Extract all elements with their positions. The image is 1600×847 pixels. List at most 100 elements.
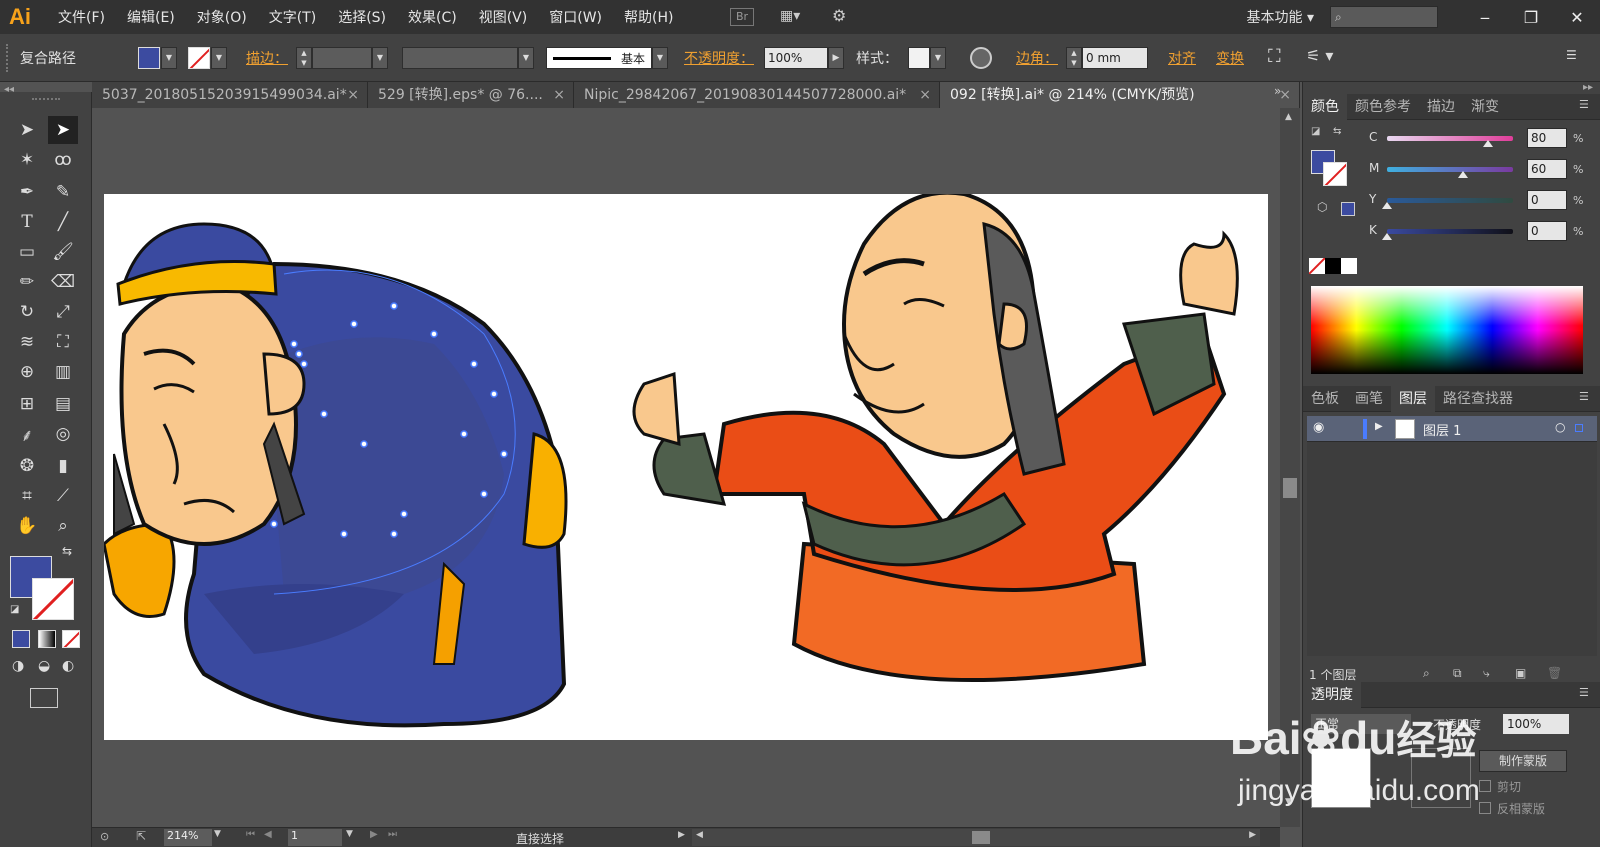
clipping-mask-icon[interactable]: ⧉: [1453, 666, 1462, 681]
layer-row[interactable]: ◉ ▶ 图层 1 ○: [1307, 416, 1597, 442]
panel-tab[interactable]: 路径查找器: [1435, 386, 1521, 412]
layer-selected-square[interactable]: [1575, 424, 1583, 432]
artboard-number-field[interactable]: 1: [288, 829, 342, 846]
next-artboard-icon[interactable]: ▶: [370, 829, 378, 840]
perspective-grid-tool-icon[interactable]: ▥: [48, 358, 78, 386]
slider-thumb[interactable]: [1382, 233, 1392, 240]
type-tool-icon[interactable]: T: [12, 208, 42, 236]
corner-link[interactable]: 边角：: [1016, 48, 1058, 68]
document-tab[interactable]: Nipic_29842067_20190830144507728000.ai* ×: [574, 82, 940, 108]
brush-definition-field[interactable]: 基本: [546, 47, 652, 69]
search-field[interactable]: ⌕: [1330, 6, 1438, 28]
draw-behind-icon[interactable]: ◒: [38, 658, 50, 674]
panel-tab[interactable]: 渐变: [1463, 94, 1507, 120]
paintbrush-tool-icon[interactable]: 🖌: [48, 238, 78, 266]
opacity-field[interactable]: 100%: [764, 47, 828, 69]
scroll-thumb[interactable]: [1283, 478, 1297, 498]
draw-normal-icon[interactable]: ◑: [12, 658, 24, 674]
stroke-dropdown[interactable]: ▼: [211, 47, 227, 69]
share-icon[interactable]: ⇱: [136, 829, 146, 843]
slider-value-field[interactable]: 60: [1527, 159, 1567, 179]
delete-layer-icon[interactable]: 🗑: [1547, 666, 1562, 680]
panel-tab[interactable]: 色板: [1303, 386, 1347, 412]
young-man-illustration[interactable]: [632, 194, 1239, 682]
document-tab[interactable]: 092 [转换].ai* @ 214% (CMYK/预览) ×: [940, 82, 1300, 108]
menu-item[interactable]: 文字(T): [258, 7, 327, 27]
curvature-tool-icon[interactable]: ✎: [48, 178, 78, 206]
old-man-illustration[interactable]: [104, 222, 568, 728]
transparency-opacity-field[interactable]: 100%: [1503, 714, 1569, 734]
layer-name[interactable]: 图层 1: [1423, 420, 1461, 439]
brush-dropdown[interactable]: ▼: [652, 47, 668, 69]
last-artboard-icon[interactable]: ⏭: [388, 829, 397, 840]
h-scroll-thumb[interactable]: [972, 831, 990, 844]
arrange-documents-icon[interactable]: ▦▾: [780, 8, 810, 26]
menu-item[interactable]: 视图(V): [468, 7, 539, 27]
panel-tab[interactable]: 画笔: [1347, 386, 1391, 412]
stroke-color-large[interactable]: [32, 578, 74, 620]
panel-menu-icon[interactable]: ☰: [1566, 48, 1586, 68]
menu-item[interactable]: 效果(C): [397, 7, 468, 27]
shape-builder-tool-icon[interactable]: ⊕: [12, 358, 42, 386]
bridge-icon[interactable]: Br: [730, 8, 754, 26]
align-link[interactable]: 对齐: [1168, 48, 1196, 68]
panel-tab[interactable]: 描边: [1419, 94, 1463, 120]
gpu-performance-icon[interactable]: ⚙: [832, 6, 858, 28]
magic-wand-tool-icon[interactable]: ✶: [12, 146, 42, 174]
document-tab[interactable]: 529 [转换].eps* @ 76.... ×: [368, 82, 574, 108]
rectangle-tool-icon[interactable]: ▭: [12, 238, 42, 266]
out-of-gamut-icon[interactable]: ⬡: [1317, 200, 1327, 214]
corner-field[interactable]: 0 mm: [1082, 47, 1148, 69]
artboard-tool-icon[interactable]: ⌗: [12, 482, 42, 510]
artboard-dropdown[interactable]: ▼: [346, 829, 353, 839]
panel-tab[interactable]: 颜色: [1303, 93, 1347, 120]
mesh-tool-icon[interactable]: ⊞: [12, 390, 42, 418]
lasso-tool-icon[interactable]: ꝏ: [48, 146, 78, 174]
blend-tool-icon[interactable]: ◎: [48, 420, 78, 448]
minimize-button[interactable]: ‒: [1462, 4, 1508, 30]
graphic-style-swatch[interactable]: [908, 47, 930, 69]
menu-item[interactable]: 帮助(H): [613, 7, 684, 27]
slider-value-field[interactable]: 0: [1527, 190, 1567, 210]
transparency-menu-icon[interactable]: ☰: [1579, 686, 1589, 699]
zoom-field[interactable]: 214%: [164, 829, 212, 846]
web-safe-swatch[interactable]: [1341, 202, 1355, 216]
panel-stroke-swatch[interactable]: [1323, 162, 1347, 186]
isolate-selection-icon[interactable]: ⛶: [1268, 46, 1292, 70]
visibility-eye-icon[interactable]: ◉: [1313, 420, 1324, 435]
layer-target-icon[interactable]: ○: [1555, 420, 1565, 434]
zoom-tool-icon[interactable]: ⌕: [48, 512, 78, 540]
prev-artboard-icon[interactable]: ◀: [264, 829, 272, 840]
warp-tool-icon[interactable]: ≋: [12, 328, 42, 356]
workspace-switcher[interactable]: 基本功能 ▾: [1247, 7, 1314, 27]
panel-tab[interactable]: 图层: [1391, 385, 1435, 412]
eraser-tool-icon[interactable]: ⌫: [48, 268, 78, 296]
black-color-chip[interactable]: [1325, 258, 1341, 274]
status-menu-icon[interactable]: ▶: [678, 830, 685, 840]
gradient-mode-icon[interactable]: [38, 630, 56, 648]
invert-mask-checkbox[interactable]: [1479, 802, 1491, 814]
slider-thumb[interactable]: [1382, 202, 1392, 209]
tab-close-icon[interactable]: ×: [919, 82, 931, 108]
pencil-tool-icon[interactable]: ✏: [12, 268, 42, 296]
tabs-overflow-icon[interactable]: »: [1274, 84, 1281, 98]
puppet-warp-icon[interactable]: ⚟ ▾: [1306, 46, 1342, 70]
slider-thumb[interactable]: [1457, 171, 1468, 178]
swap-colors-icon[interactable]: ⇆: [1333, 126, 1341, 137]
slider-track[interactable]: [1387, 167, 1513, 172]
menu-item[interactable]: 对象(O): [186, 7, 258, 27]
eyedropper-tool-icon[interactable]: ⸙: [12, 420, 42, 448]
scale-tool-icon[interactable]: ⤢: [48, 298, 78, 326]
recolor-artwork-icon[interactable]: [970, 47, 992, 69]
rotate-tool-icon[interactable]: ↻: [12, 298, 42, 326]
selection-tool-icon[interactable]: ➤: [12, 116, 42, 144]
new-sublayer-icon[interactable]: ⤷: [1483, 666, 1490, 681]
status-toggle-icon[interactable]: ⊙: [100, 830, 109, 843]
corner-stepper[interactable]: ▲ ▼: [1066, 47, 1082, 69]
expand-layer-icon[interactable]: ▶: [1375, 421, 1383, 432]
stroke-weight-field[interactable]: [312, 47, 372, 69]
stroke-weight-stepper[interactable]: ▲ ▼: [296, 47, 312, 69]
hand-tool-icon[interactable]: ✋: [12, 512, 42, 540]
color-panel-menu-icon[interactable]: ☰: [1579, 98, 1589, 111]
default-colors-icon[interactable]: ◪: [1311, 126, 1320, 137]
